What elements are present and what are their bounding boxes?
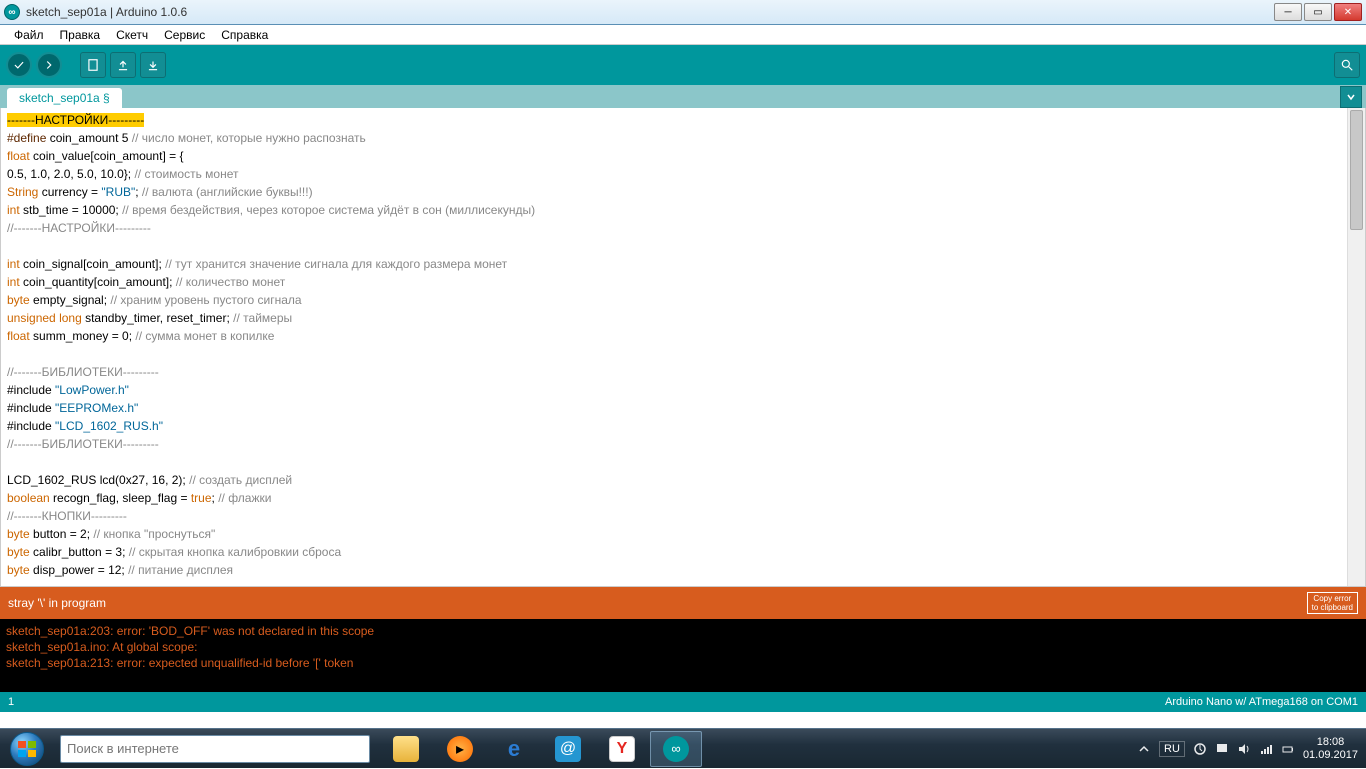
tab-bar: sketch_sep01a § xyxy=(0,85,1366,108)
search-placeholder: Поиск в интернете xyxy=(67,741,179,756)
window-titlebar: ∞ sketch_sep01a | Arduino 1.0.6 ─ ▭ ✕ xyxy=(0,0,1366,25)
tab-sketch[interactable]: sketch_sep01a § xyxy=(6,87,123,108)
serial-monitor-button[interactable] xyxy=(1334,52,1360,78)
yandex-icon: Y xyxy=(609,736,635,762)
console-line: sketch_sep01a:213: error: expected unqua… xyxy=(6,655,1360,671)
menu-file[interactable]: Файл xyxy=(6,26,52,44)
tray-clock[interactable]: 18:08 01.09.2017 xyxy=(1303,736,1358,762)
tray-volume-icon[interactable] xyxy=(1237,742,1251,756)
tray-sync-icon[interactable] xyxy=(1193,742,1207,756)
taskbar-yandex[interactable]: Y xyxy=(596,731,648,767)
menu-sketch[interactable]: Скетч xyxy=(108,26,156,44)
taskbar-apps: ▸ e @ Y ∞ xyxy=(380,729,702,768)
window-title: sketch_sep01a | Arduino 1.0.6 xyxy=(26,5,1274,19)
media-icon: ▸ xyxy=(447,736,473,762)
tab-menu-button[interactable] xyxy=(1340,86,1362,108)
editor-scrollbar[interactable] xyxy=(1347,108,1365,586)
windows-taskbar: Поиск в интернете ▸ e @ Y ∞ RU 18:08 01.… xyxy=(0,728,1366,768)
system-tray: RU 18:08 01.09.2017 xyxy=(1129,736,1366,762)
tray-power-icon[interactable] xyxy=(1281,742,1295,756)
tray-date: 01.09.2017 xyxy=(1303,749,1358,762)
new-button[interactable] xyxy=(80,52,106,78)
menu-edit[interactable]: Правка xyxy=(52,26,109,44)
start-button[interactable] xyxy=(0,729,54,769)
taskbar-media-player[interactable]: ▸ xyxy=(434,731,486,767)
status-board-info: Arduino Nano w/ ATmega168 on COM1 xyxy=(1165,696,1358,708)
error-bar: stray '\' in program Copy error to clipb… xyxy=(0,587,1366,619)
menu-help[interactable]: Справка xyxy=(213,26,276,44)
upload-button[interactable] xyxy=(36,52,62,78)
taskbar-search-input[interactable]: Поиск в интернете xyxy=(60,735,370,763)
console-line: sketch_sep01a.ino: At global scope: xyxy=(6,639,1360,655)
status-line-number: 1 xyxy=(8,696,14,708)
editor-content[interactable]: -------НАСТРОЙКИ--------- #define coin_a… xyxy=(7,112,1347,582)
console-line: sketch_sep01a:203: error: 'BOD_OFF' was … xyxy=(6,623,1360,639)
minimize-button[interactable]: ─ xyxy=(1274,3,1302,21)
folder-icon xyxy=(393,736,419,762)
status-bar: 1 Arduino Nano w/ ATmega168 on COM1 xyxy=(0,692,1366,712)
verify-button[interactable] xyxy=(6,52,32,78)
taskbar-explorer[interactable] xyxy=(380,731,432,767)
start-orb-icon xyxy=(10,732,44,766)
mail-icon: @ xyxy=(555,736,581,762)
toolbar xyxy=(0,45,1366,85)
open-button[interactable] xyxy=(110,52,136,78)
taskbar-arduino[interactable]: ∞ xyxy=(650,731,702,767)
save-button[interactable] xyxy=(140,52,166,78)
tray-language[interactable]: RU xyxy=(1159,741,1185,757)
code-editor[interactable]: -------НАСТРОЙКИ--------- #define coin_a… xyxy=(0,108,1366,587)
maximize-button[interactable]: ▭ xyxy=(1304,3,1332,21)
window-controls: ─ ▭ ✕ xyxy=(1274,3,1362,21)
menu-bar: Файл Правка Скетч Сервис Справка xyxy=(0,25,1366,45)
close-button[interactable]: ✕ xyxy=(1334,3,1362,21)
copy-error-button[interactable]: Copy error to clipboard xyxy=(1307,592,1358,614)
tray-network-icon[interactable] xyxy=(1259,742,1273,756)
arduino-app-icon: ∞ xyxy=(4,4,20,20)
ie-icon: e xyxy=(501,736,527,762)
taskbar-mail[interactable]: @ xyxy=(542,731,594,767)
scrollbar-thumb[interactable] xyxy=(1350,110,1363,230)
menu-tools[interactable]: Сервис xyxy=(156,26,213,44)
tray-time: 18:08 xyxy=(1303,736,1358,749)
tray-show-hidden-icon[interactable] xyxy=(1137,742,1151,756)
taskbar-ie[interactable]: e xyxy=(488,731,540,767)
console-output[interactable]: sketch_sep01a:203: error: 'BOD_OFF' was … xyxy=(0,619,1366,692)
arduino-icon: ∞ xyxy=(663,736,689,762)
tray-flag-icon[interactable] xyxy=(1215,742,1229,756)
error-summary: stray '\' in program xyxy=(8,596,106,610)
